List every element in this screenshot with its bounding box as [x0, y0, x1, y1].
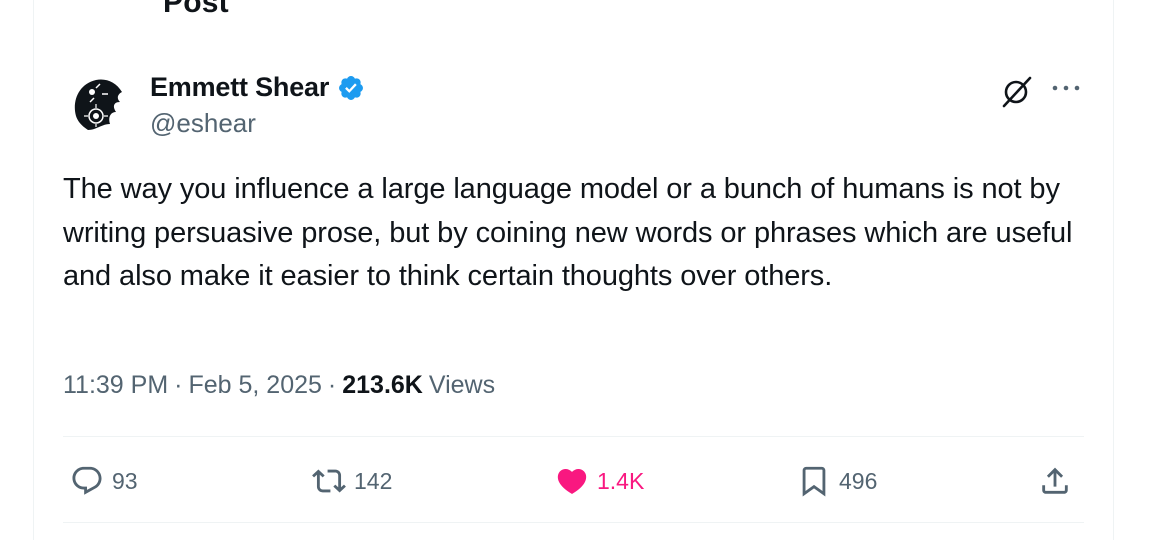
bookmark-icon	[802, 466, 826, 497]
bookmark-button[interactable]: 496	[797, 460, 877, 502]
bookmark-count: 496	[839, 467, 878, 494]
divider	[63, 436, 1084, 437]
share-icon	[1042, 467, 1068, 494]
page-title: Post	[163, 0, 229, 19]
meta-separator: ·	[174, 371, 183, 399]
reply-count: 93	[112, 467, 138, 494]
repost-count: 142	[354, 467, 393, 494]
post-time[interactable]: 11:39 PM	[63, 371, 168, 400]
more-options-icon[interactable]	[1050, 76, 1082, 100]
like-button[interactable]: 1.4K	[555, 460, 644, 502]
post-text: The way you influence a large language m…	[63, 173, 1073, 292]
grok-icon[interactable]	[1000, 74, 1034, 108]
like-count: 1.4K	[597, 467, 645, 494]
arrow-left-icon[interactable]	[64, 0, 98, 10]
post-date[interactable]: Feb 5, 2025	[188, 371, 321, 400]
repost-button[interactable]: 142	[312, 460, 392, 502]
avatar[interactable]	[66, 72, 130, 136]
repost-icon	[312, 469, 346, 493]
reply-button[interactable]: 93	[70, 460, 138, 502]
views-count[interactable]: 213.6K	[342, 371, 423, 400]
meta-separator: ·	[327, 371, 337, 399]
verified-badge-icon	[339, 75, 364, 100]
divider	[63, 522, 1084, 523]
author-handle[interactable]: @eshear	[150, 108, 256, 139]
author-name-text: Emmett Shear	[150, 72, 330, 102]
views-label[interactable]: Views	[429, 371, 495, 400]
author-display-name[interactable]: Emmett Shear	[150, 72, 365, 103]
post-metadata: 11:39 PM · Feb 5, 2025 · 213.6K Views	[63, 371, 495, 400]
reply-icon	[72, 466, 102, 495]
share-button[interactable]	[1038, 460, 1072, 502]
heart-filled-icon	[557, 468, 587, 494]
